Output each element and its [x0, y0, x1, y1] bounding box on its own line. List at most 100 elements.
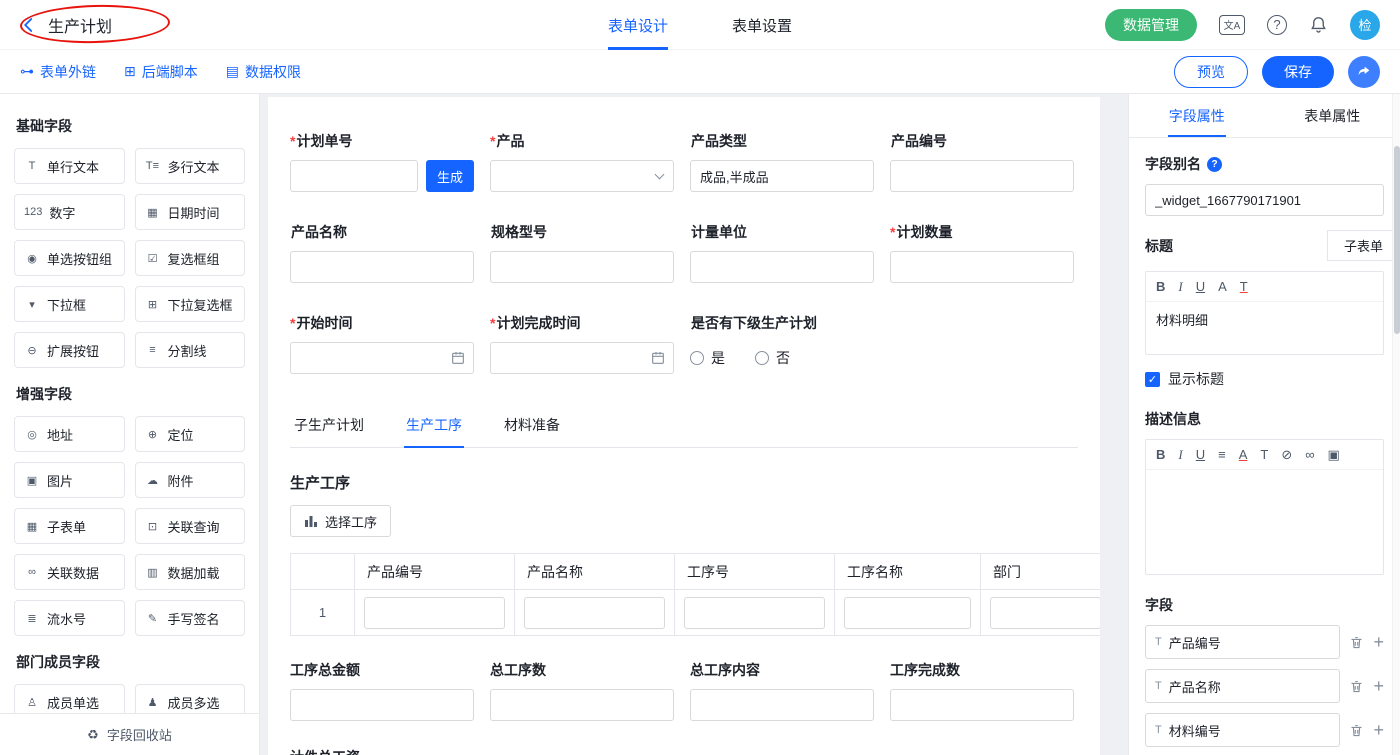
field-type-item[interactable]: ◉单选按钮组	[14, 240, 125, 276]
product-type-input[interactable]	[690, 160, 874, 192]
underline-icon[interactable]: U	[1196, 279, 1205, 294]
help-icon[interactable]: ?	[1267, 15, 1287, 35]
scrollbar-thumb[interactable]	[1394, 146, 1400, 334]
process-amount-input[interactable]	[290, 689, 474, 721]
field-type-item[interactable]: ✎手写签名	[135, 600, 246, 636]
field-type-item[interactable]: T≡多行文本	[135, 148, 246, 184]
bold-icon[interactable]: B	[1156, 279, 1165, 294]
form-field-has-sub-plan[interactable]: 是否有下级生产计划 是 否	[690, 313, 874, 374]
font-size-icon[interactable]: T	[1260, 447, 1268, 462]
process-count-input[interactable]	[490, 689, 674, 721]
back-icon[interactable]	[20, 16, 38, 34]
form-field-product[interactable]: *产品	[490, 131, 674, 192]
font-color-icon[interactable]: A	[1218, 279, 1227, 294]
cell-department-input[interactable]	[990, 597, 1100, 629]
select-process-button[interactable]: 选择工序	[290, 505, 391, 537]
tab-form-settings[interactable]: 表单设置	[732, 0, 792, 50]
radio-option-no[interactable]: 否	[755, 348, 790, 368]
bell-icon[interactable]	[1309, 15, 1328, 34]
image-icon[interactable]: ▣	[1328, 447, 1340, 463]
add-icon[interactable]: +	[1373, 721, 1384, 739]
field-type-item[interactable]: ☑复选框组	[135, 240, 246, 276]
form-field-plan-no[interactable]: *计划单号 生成	[290, 131, 474, 192]
field-type-item[interactable]: ▥数据加载	[135, 554, 246, 590]
field-type-item[interactable]: ∞关联数据	[14, 554, 125, 590]
field-recycle-bin[interactable]: ♻ 字段回收站	[0, 713, 259, 755]
language-icon[interactable]: 文A	[1219, 15, 1245, 35]
radio-option-yes[interactable]: 是	[690, 348, 725, 368]
data-manage-button[interactable]: 数据管理	[1105, 9, 1197, 41]
form-field-process-amount[interactable]: 工序总金额	[290, 660, 474, 721]
product-select[interactable]	[490, 160, 674, 192]
subform-field-item[interactable]: T 产品编号	[1145, 625, 1340, 659]
plan-no-input[interactable]	[290, 160, 418, 192]
link-icon[interactable]: ∞	[1305, 447, 1314, 462]
process-content-input[interactable]	[690, 689, 874, 721]
form-field-product-name[interactable]: 产品名称	[290, 222, 474, 283]
tab-form-properties[interactable]: 表单属性	[1265, 94, 1400, 137]
font-size-icon[interactable]: T	[1240, 279, 1248, 294]
field-type-item[interactable]: ≣流水号	[14, 600, 125, 636]
field-type-item[interactable]: ⊡关联查询	[135, 508, 246, 544]
title-value-editor[interactable]: 材料明细	[1146, 302, 1383, 354]
field-type-item[interactable]: ☁附件	[135, 462, 246, 498]
cell-product-code-input[interactable]	[364, 597, 505, 629]
field-type-item[interactable]: 123数字	[14, 194, 125, 230]
form-field-process-count[interactable]: 总工序数	[490, 660, 674, 721]
product-name-input[interactable]	[290, 251, 474, 283]
avatar[interactable]: 检	[1350, 10, 1380, 40]
add-icon[interactable]: +	[1373, 633, 1384, 651]
underline-icon[interactable]: U	[1196, 447, 1205, 462]
save-button[interactable]: 保存	[1262, 56, 1334, 88]
subform-field-item[interactable]: T 产品名称	[1145, 669, 1340, 703]
field-type-item[interactable]: ▦子表单	[14, 508, 125, 544]
field-type-item[interactable]: ⊖扩展按钮	[14, 332, 125, 368]
help-circle-icon[interactable]: ?	[1207, 157, 1222, 172]
field-type-item[interactable]: ▦日期时间	[135, 194, 246, 230]
share-button[interactable]	[1348, 56, 1380, 88]
cell-process-name-input[interactable]	[844, 597, 971, 629]
delete-icon[interactable]	[1349, 723, 1364, 738]
cell-product-name-input[interactable]	[524, 597, 665, 629]
preview-button[interactable]: 预览	[1174, 56, 1248, 88]
field-type-item[interactable]: ⊕定位	[135, 416, 246, 452]
font-color-icon[interactable]: A	[1239, 447, 1248, 462]
data-permission-link[interactable]: ▤ 数据权限	[226, 62, 301, 82]
plan-qty-input[interactable]	[890, 251, 1074, 283]
tab-production-process[interactable]: 生产工序	[404, 404, 464, 448]
field-type-item[interactable]: ▣图片	[14, 462, 125, 498]
start-date-input[interactable]	[290, 342, 474, 374]
form-field-start-date[interactable]: *开始时间	[290, 313, 474, 374]
field-type-item[interactable]: ▾下拉框	[14, 286, 125, 322]
process-done-input[interactable]	[890, 689, 1074, 721]
generate-button[interactable]: 生成	[426, 160, 474, 192]
add-icon[interactable]: +	[1373, 677, 1384, 695]
form-external-link[interactable]: ⊶ 表单外链	[20, 62, 96, 82]
cell-process-no-input[interactable]	[684, 597, 825, 629]
backend-script-link[interactable]: ⊞ 后端脚本	[124, 62, 198, 82]
product-code-input[interactable]	[890, 160, 1074, 192]
form-field-product-code[interactable]: 产品编号	[890, 131, 1074, 192]
delete-icon[interactable]	[1349, 679, 1364, 694]
tab-material-preparation[interactable]: 材料准备	[502, 404, 562, 448]
spec-model-input[interactable]	[490, 251, 674, 283]
tab-field-properties[interactable]: 字段属性	[1129, 94, 1265, 137]
form-field-process-content[interactable]: 总工序内容	[690, 660, 874, 721]
field-type-item[interactable]: ≡分割线	[135, 332, 246, 368]
field-alias-input[interactable]	[1145, 184, 1384, 216]
vertical-scrollbar[interactable]	[1392, 94, 1400, 755]
form-field-process-done[interactable]: 工序完成数	[890, 660, 1074, 721]
form-field-product-type[interactable]: 产品类型	[690, 131, 874, 192]
align-icon[interactable]: ≡	[1218, 447, 1226, 462]
form-field-finish-date[interactable]: *计划完成时间	[490, 313, 674, 374]
form-field-unit[interactable]: 计量单位	[690, 222, 874, 283]
field-type-item[interactable]: ◎地址	[14, 416, 125, 452]
delete-icon[interactable]	[1349, 635, 1364, 650]
field-type-item[interactable]: T单行文本	[14, 148, 125, 184]
checkbox-checked-icon[interactable]	[1145, 372, 1160, 387]
bold-icon[interactable]: B	[1156, 447, 1165, 462]
form-field-plan-qty[interactable]: *计划数量	[890, 222, 1074, 283]
subform-field-item[interactable]: T 材料编号	[1145, 713, 1340, 747]
unit-input[interactable]	[690, 251, 874, 283]
form-field-spec-model[interactable]: 规格型号	[490, 222, 674, 283]
